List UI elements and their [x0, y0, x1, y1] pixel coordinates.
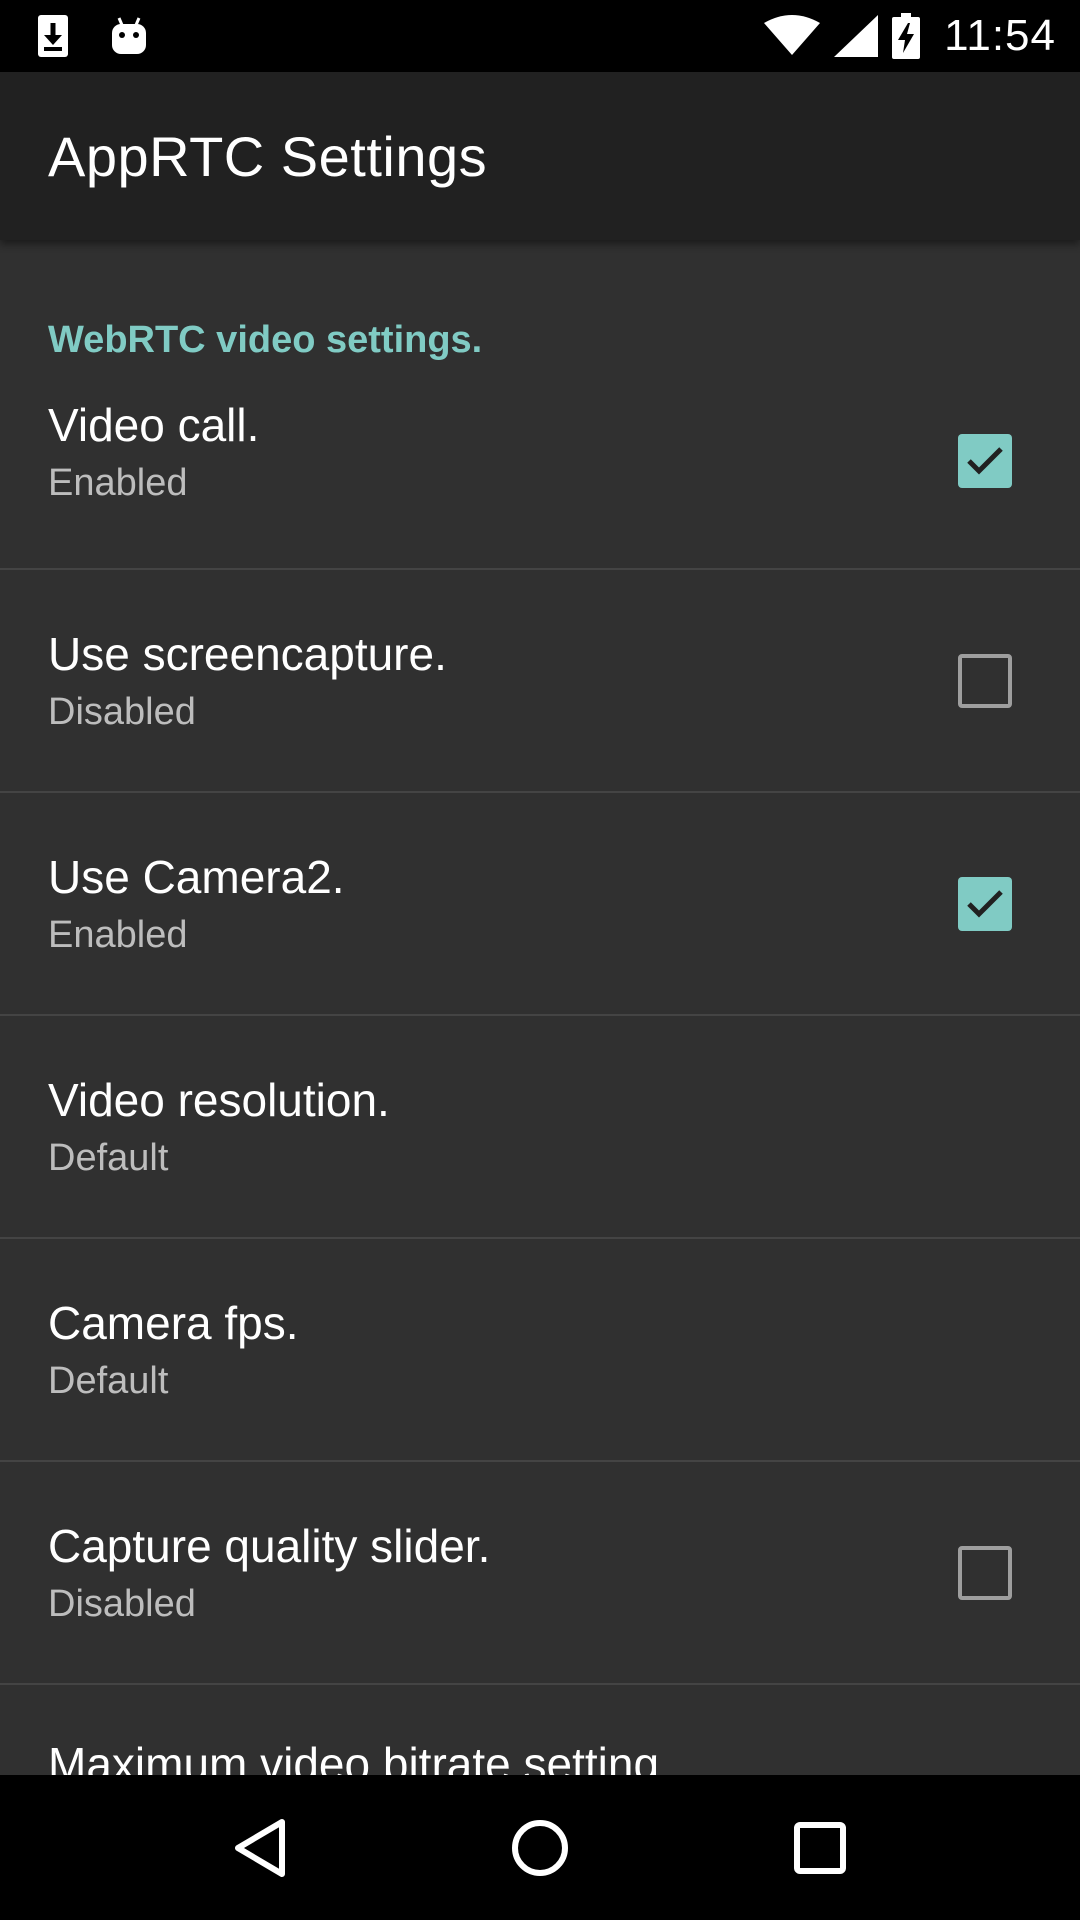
pref-title: Camera fps. — [48, 1296, 299, 1349]
pref-title: Capture quality slider. — [48, 1519, 491, 1572]
navigation-bar — [0, 1775, 1080, 1920]
back-button[interactable] — [215, 1803, 305, 1893]
app-bar: AppRTC Settings — [0, 72, 1080, 240]
pref-summary: Enabled — [48, 462, 188, 504]
pref-use-camera2[interactable]: Use Camera2. Enabled — [0, 793, 1080, 1014]
app-title: AppRTC Settings — [48, 124, 488, 188]
status-right-icons: 11:54 — [764, 11, 1056, 61]
pref-text: Camera fps. Default — [48, 1294, 299, 1406]
download-icon — [38, 15, 68, 57]
checkmark-icon — [967, 889, 1003, 918]
home-button[interactable] — [495, 1803, 585, 1893]
status-time: 11:54 — [944, 11, 1056, 60]
pref-camera-fps[interactable]: Camera fps. Default — [0, 1239, 1080, 1460]
pref-title: Use screencapture. — [48, 627, 447, 680]
pref-video-resolution[interactable]: Video resolution. Default — [0, 1016, 1080, 1237]
status-bar: 11:54 — [0, 0, 1080, 72]
pref-text: Maximum video bitrate setting. — [48, 1735, 672, 1775]
pref-title: Video resolution. — [48, 1073, 390, 1126]
cell-signal-icon — [834, 15, 879, 57]
pref-text: Video call. Enabled — [48, 396, 259, 508]
pref-title: Use Camera2. — [48, 850, 345, 903]
use-screencapture-checkbox[interactable] — [958, 653, 1012, 708]
wifi-icon — [764, 15, 821, 55]
android-icon — [112, 17, 146, 54]
pref-use-screencapture[interactable]: Use screencapture. Disabled — [0, 570, 1080, 791]
checkmark-icon — [967, 447, 1003, 475]
pref-title: Maximum video bitrate setting. — [48, 1738, 672, 1775]
recents-icon — [794, 1821, 846, 1874]
back-icon — [235, 1818, 285, 1877]
pref-text: Capture quality slider. Disabled — [48, 1517, 490, 1629]
pref-text: Use Camera2. Enabled — [48, 848, 345, 960]
capture-quality-slider-checkbox[interactable] — [958, 1545, 1012, 1600]
battery-charging-icon — [892, 13, 921, 59]
pref-maximum-video-bitrate[interactable]: Maximum video bitrate setting. — [0, 1685, 1080, 1775]
pref-summary: Enabled — [48, 913, 188, 956]
pref-summary: Default — [48, 1359, 169, 1402]
use-camera2-checkbox[interactable] — [958, 876, 1012, 931]
status-left-icons — [36, 13, 148, 59]
settings-list[interactable]: WebRTC video settings. Video call. Enabl… — [0, 240, 1080, 1775]
category-header: WebRTC video settings. — [48, 319, 483, 361]
pref-text: Video resolution. Default — [48, 1071, 390, 1183]
pref-summary: Disabled — [48, 1582, 196, 1625]
pref-summary: Disabled — [48, 690, 196, 733]
pref-title: Video call. — [48, 399, 260, 451]
video-call-checkbox[interactable] — [958, 434, 1012, 488]
home-icon — [512, 1819, 568, 1876]
pref-capture-quality-slider[interactable]: Capture quality slider. Disabled — [0, 1462, 1080, 1683]
recents-button[interactable] — [775, 1803, 865, 1893]
pref-video-call[interactable]: Video call. Enabled — [0, 396, 1080, 568]
pref-text: Use screencapture. Disabled — [48, 625, 447, 737]
pref-summary: Default — [48, 1136, 169, 1179]
